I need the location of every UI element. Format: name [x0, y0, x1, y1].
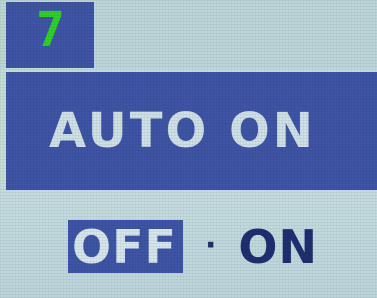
osd-screen: 7 AUTO ON OFF · ON [0, 0, 377, 298]
option-off[interactable]: OFF [68, 219, 183, 273]
option-separator: · [204, 228, 217, 263]
menu-index: 7 [36, 2, 67, 58]
setting-title-bar: AUTO ON [6, 72, 377, 190]
option-on[interactable]: ON [234, 220, 324, 273]
setting-title: AUTO ON [49, 103, 316, 159]
menu-index-box: 7 [6, 2, 94, 68]
option-selector: OFF · ON [68, 218, 324, 274]
